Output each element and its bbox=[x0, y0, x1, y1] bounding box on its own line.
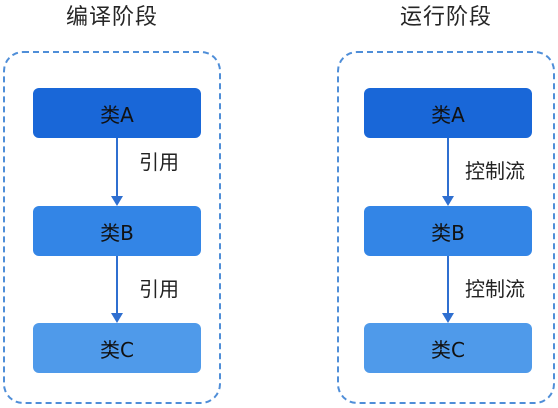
compile-node-b: 类B bbox=[33, 206, 201, 256]
compile-edge-b-c-label: 引用 bbox=[139, 277, 179, 301]
runtime-stage-title: 运行阶段 bbox=[399, 5, 492, 30]
runtime-edge-b-c-arrowhead bbox=[442, 313, 454, 323]
runtime-edge-b-c-line bbox=[447, 256, 449, 313]
runtime-edge-a-b-label: 控制流 bbox=[465, 159, 525, 183]
compile-edge-b-c-arrowhead bbox=[111, 313, 123, 323]
compile-stage-title: 编译阶段 bbox=[65, 5, 158, 30]
compile-node-c: 类C bbox=[33, 323, 201, 373]
runtime-edge-a-b-line bbox=[447, 138, 449, 196]
compile-edge-b-c-line bbox=[116, 256, 118, 313]
compile-edge-a-b-label: 引用 bbox=[139, 150, 179, 174]
runtime-node-a: 类A bbox=[364, 88, 532, 138]
runtime-edge-a-b-arrowhead bbox=[442, 196, 454, 206]
runtime-edge-b-c-label: 控制流 bbox=[465, 277, 525, 301]
compile-edge-a-b-arrowhead bbox=[111, 196, 123, 206]
compile-node-a: 类A bbox=[33, 88, 201, 138]
compile-edge-a-b-line bbox=[116, 138, 118, 196]
runtime-node-c: 类C bbox=[364, 323, 532, 373]
runtime-node-b: 类B bbox=[364, 206, 532, 256]
